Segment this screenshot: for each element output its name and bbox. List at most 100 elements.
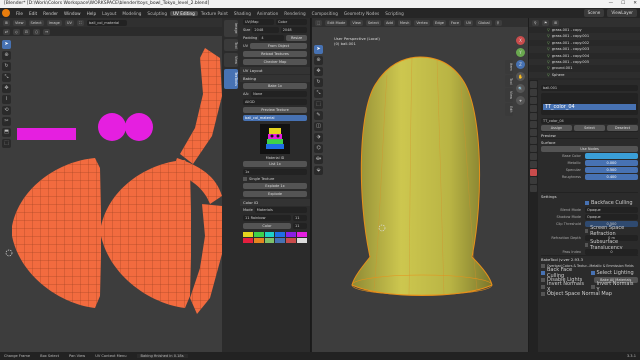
uv-face-mode[interactable]: ⊡ <box>23 28 31 35</box>
resize-button[interactable]: Resize <box>286 35 308 41</box>
grab-tool-icon[interactable]: ⬒ <box>2 128 11 137</box>
annotate-tool-icon[interactable]: ⌇ <box>2 95 11 104</box>
assign-button[interactable]: Assign <box>541 124 572 131</box>
menu-window[interactable]: Window <box>61 11 84 16</box>
vp-annotate-tool-icon[interactable]: ✎ <box>314 111 323 120</box>
tab-scripting[interactable]: Scripting <box>382 11 407 16</box>
viewport-menu-face[interactable]: Face <box>448 19 462 26</box>
metallic-slider[interactable]: 0.000 <box>585 159 638 166</box>
uv-vertex-mode[interactable]: ◇ <box>13 28 21 35</box>
properties-tab-icon[interactable] <box>530 169 537 176</box>
move-tool-icon[interactable]: ✥ <box>2 84 11 93</box>
viewport-editor-type[interactable]: ⬚ <box>315 19 323 26</box>
viewport-canvas[interactable] <box>312 27 528 352</box>
invert-normals-y-checkbox[interactable] <box>590 284 595 289</box>
outliner-add-icon[interactable]: ⊞ <box>552 19 560 26</box>
deselect-button[interactable]: Deselect <box>607 124 638 131</box>
uv-menu-image[interactable]: Image <box>46 19 62 26</box>
properties-tab-icon[interactable] <box>530 81 537 88</box>
menu-edit[interactable]: Edit <box>26 11 40 16</box>
palette-dropdown[interactable]: 11 Rainbow <box>243 215 291 221</box>
uv-menu-select[interactable]: Select <box>28 19 44 26</box>
properties-tab-icon[interactable] <box>530 185 537 192</box>
properties-tab-icon[interactable] <box>530 177 537 184</box>
single-texture-checkbox[interactable] <box>243 177 247 181</box>
properties-tab-icon[interactable] <box>530 97 537 104</box>
properties-tab-icon[interactable] <box>530 105 537 112</box>
vp-tab-view[interactable]: View <box>505 88 513 103</box>
material-name-field[interactable]: ball_col_material <box>243 115 307 121</box>
material-slot-item[interactable]: TT_color_04 <box>543 104 636 110</box>
view-layer-selector[interactable]: ViewLayer <box>607 9 637 17</box>
material-datablock-field[interactable]: TT_color_04 <box>541 117 638 124</box>
surface-section[interactable]: Surface <box>541 138 638 145</box>
outliner-row[interactable]: ▽ Sphere <box>529 71 640 79</box>
rip-tool-icon[interactable]: ✂ <box>2 117 11 126</box>
properties-tab-icon[interactable] <box>530 161 537 168</box>
box-tool-icon[interactable]: ⬚ <box>2 139 11 148</box>
viewport-menu-vertex[interactable]: Vertex <box>414 19 430 26</box>
color-swatch[interactable] <box>243 232 253 237</box>
overload-colors-checkbox[interactable] <box>541 263 545 268</box>
color-swatch[interactable] <box>264 238 275 243</box>
vp-measure-tool-icon[interactable]: ◫ <box>314 122 323 131</box>
axis-y-icon[interactable]: Y <box>516 48 525 57</box>
viewport-menu-select[interactable]: Select <box>365 19 381 26</box>
color-swatch[interactable] <box>243 238 253 243</box>
properties-tab-icon[interactable] <box>530 145 537 152</box>
vp-rotate-tool-icon[interactable]: ↻ <box>314 78 323 87</box>
pan-hand-icon[interactable]: ✋ <box>516 72 525 81</box>
material-id-thumbnail[interactable] <box>260 124 290 154</box>
pass-index-field[interactable]: 0 <box>585 248 638 255</box>
padding-field[interactable]: 4 <box>259 35 285 41</box>
preview-texture-button[interactable]: Preview Texture <box>243 107 307 113</box>
tab-sculpting[interactable]: Sculpting <box>144 11 170 16</box>
select-lighting-checkbox[interactable] <box>590 270 595 275</box>
menu-file[interactable]: File <box>13 11 26 16</box>
explode-button[interactable]: Explode 1x <box>243 183 307 189</box>
camera-view-icon[interactable]: ⌖ <box>516 96 525 105</box>
scene-selector[interactable]: Scene <box>583 9 605 17</box>
transform-orientation[interactable]: Global <box>476 19 492 26</box>
list-button[interactable]: List 1x <box>243 161 307 167</box>
vp-move-tool-icon[interactable]: ✥ <box>314 67 323 76</box>
vp-tab-item[interactable]: Item <box>505 60 513 74</box>
disable-lights-checkbox[interactable] <box>541 277 545 282</box>
color-field[interactable]: Color <box>276 19 307 25</box>
viewport-menu-mesh[interactable]: Mesh <box>397 19 412 26</box>
rotate-tool-icon[interactable]: ↻ <box>2 62 11 71</box>
size-width-field[interactable]: 2048 <box>252 27 279 33</box>
maximize-button[interactable]: ☐ <box>621 0 625 8</box>
axis-x-icon[interactable]: X <box>516 36 525 45</box>
color-button[interactable]: Color <box>243 223 291 229</box>
tab-modeling[interactable]: Modeling <box>119 11 144 16</box>
specular-slider[interactable]: 0.500 <box>585 166 638 173</box>
tab-texture-paint[interactable]: Texture Paint <box>198 11 231 16</box>
bake-button[interactable]: Bake 1x <box>243 83 307 89</box>
shadow-mode-dropdown[interactable]: Opaque <box>585 213 638 220</box>
properties-tab-icon[interactable] <box>530 89 537 96</box>
viewport-menu-view[interactable]: View <box>350 19 363 26</box>
tab-compositing[interactable]: Compositing <box>309 11 341 16</box>
backface-checkbox[interactable] <box>585 200 589 205</box>
checker-map-button[interactable]: Checker Map <box>243 59 307 65</box>
baking-section[interactable]: Baking <box>240 75 310 82</box>
color-swatch[interactable] <box>275 232 286 237</box>
vp-loopcut-tool-icon[interactable]: ⬙ <box>314 166 323 175</box>
color-swatch[interactable] <box>253 232 264 237</box>
object-space-normal-checkbox[interactable] <box>541 291 545 296</box>
properties-tab-icon[interactable] <box>530 121 537 128</box>
menu-render[interactable]: Render <box>40 11 61 16</box>
color-count-field[interactable]: 11 <box>293 223 307 229</box>
tab-uv-editing[interactable]: UV Editing <box>169 10 198 16</box>
uv-island-mode[interactable]: ○ <box>33 28 41 35</box>
editor-type-button[interactable]: ⊞ <box>3 19 11 26</box>
vp-tab-edit[interactable]: Edit <box>505 103 513 116</box>
preview-section[interactable]: Preview <box>541 131 638 138</box>
color-swatch[interactable] <box>275 238 286 243</box>
uv-canvas[interactable] <box>0 36 222 352</box>
base-color-swatch[interactable] <box>585 152 638 159</box>
color-swatch[interactable] <box>286 238 297 243</box>
baketool-section[interactable]: BakeTool (v.ver 2.93.3 <box>541 255 638 262</box>
uv-sync-toggle[interactable]: ⇄ <box>3 28 11 35</box>
